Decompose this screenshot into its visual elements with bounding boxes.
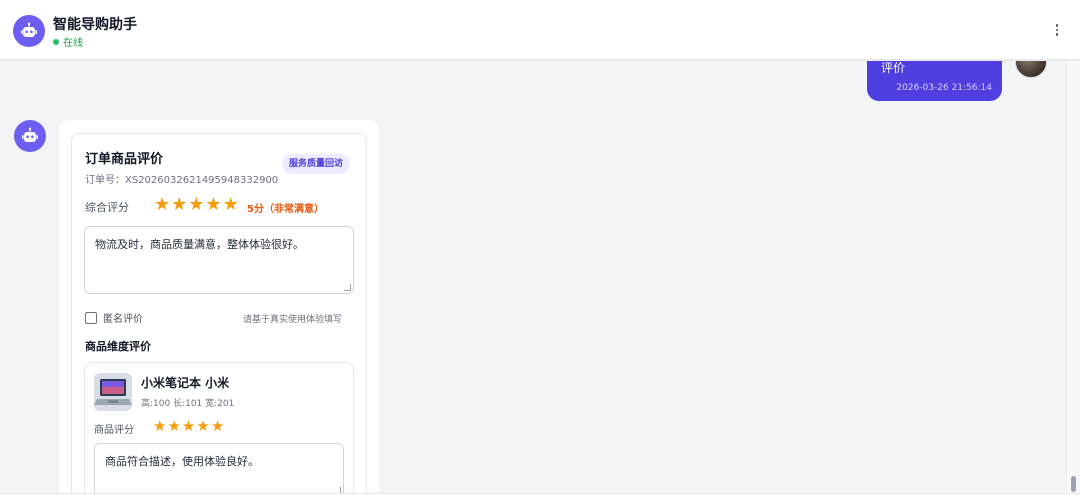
- bot-avatar: [13, 15, 45, 47]
- star-icon[interactable]: ★: [153, 419, 166, 434]
- chat-area[interactable]: 评价 2026-03-26 21:56:14 订单商品评价 服务质量回访 订单号…: [0, 61, 1066, 493]
- robot-icon: [21, 22, 37, 37]
- status-dot-icon: [53, 38, 59, 45]
- product-section-title: 商品维度评价: [85, 340, 151, 353]
- status-text: 在线: [63, 38, 83, 49]
- anonymous-label: 匿名评价: [103, 314, 143, 325]
- review-text: 物流及时，商品质量满意，整体体验很好。: [95, 238, 304, 251]
- assistant-title: 智能导购助手: [53, 17, 137, 33]
- star-icon[interactable]: ★: [211, 419, 224, 434]
- review-card-title: 订单商品评价: [85, 152, 164, 167]
- star-icon[interactable]: ★: [182, 419, 195, 434]
- online-status: 在线: [53, 34, 83, 49]
- bot-avatar: [14, 120, 46, 152]
- more-dot: [1055, 33, 1059, 36]
- product-name: 小米笔记本 小米: [141, 376, 230, 390]
- star-icon[interactable]: ★: [196, 419, 209, 434]
- overall-rating-label: 综合评分: [85, 201, 129, 214]
- product-rating-label: 商品评分: [94, 425, 134, 436]
- robot-icon: [22, 127, 38, 142]
- more-options-button[interactable]: [1050, 22, 1064, 38]
- user-message-time: 2026-03-26 21:56:14: [896, 83, 992, 93]
- chat-scrollbar[interactable]: [1066, 61, 1080, 493]
- star-icon[interactable]: ★: [223, 196, 239, 214]
- input-area-edge: [0, 493, 1080, 502]
- scroll-thumb[interactable]: [1071, 476, 1076, 492]
- user-avatar: [1015, 61, 1047, 78]
- product-spec: 高:100 长:101 宽:201: [141, 399, 235, 409]
- chat-app: 智能导购助手 在线 评价 2026-03-26 21:56:14 订单商品评价 …: [0, 0, 1080, 502]
- chat-header: 智能导购助手 在线: [0, 0, 1080, 60]
- anonymous-checkbox[interactable]: [85, 311, 97, 324]
- overall-score-text: 5分（非常满意）: [247, 204, 324, 215]
- user-message-text: 评价: [881, 61, 906, 75]
- star-icon[interactable]: ★: [205, 196, 221, 214]
- user-message-bubble: 评价 2026-03-26 21:56:14: [867, 61, 1002, 101]
- star-icon[interactable]: ★: [167, 419, 180, 434]
- star-icon[interactable]: ★: [188, 196, 204, 214]
- overall-rating-stars[interactable]: ★ ★ ★ ★ ★: [154, 196, 239, 214]
- product-review-text: 商品符合描述，使用体验良好。: [105, 455, 259, 468]
- order-number: 订单号：XS20260326214959483329​00: [85, 175, 279, 186]
- product-image: [94, 373, 132, 411]
- more-vertical-icon: [1055, 24, 1059, 27]
- product-rating-stars[interactable]: ★ ★ ★ ★ ★: [153, 419, 224, 434]
- review-card: 订单商品评价 服务质量回访 订单号：XS20260326214959483329…: [71, 133, 367, 493]
- anonymous-option[interactable]: 匿名评价: [85, 310, 143, 325]
- service-badge: 服务质量回访: [282, 154, 351, 174]
- laptop-icon: [94, 373, 132, 411]
- review-hint: 请基于真实使用体验填写: [243, 315, 343, 325]
- more-dot: [1055, 28, 1059, 32]
- star-icon[interactable]: ★: [171, 196, 187, 214]
- product-review-textarea[interactable]: 商品符合描述，使用体验良好。: [94, 443, 344, 493]
- review-textarea[interactable]: 物流及时，商品质量满意，整体体验很好。: [84, 226, 354, 294]
- resize-grip-icon[interactable]: [344, 284, 351, 291]
- product-review-card: 小米笔记本 小米 高:100 长:101 宽:201 商品评分 ★ ★ ★ ★ ★ 商品…: [84, 362, 354, 493]
- star-icon[interactable]: ★: [154, 196, 170, 214]
